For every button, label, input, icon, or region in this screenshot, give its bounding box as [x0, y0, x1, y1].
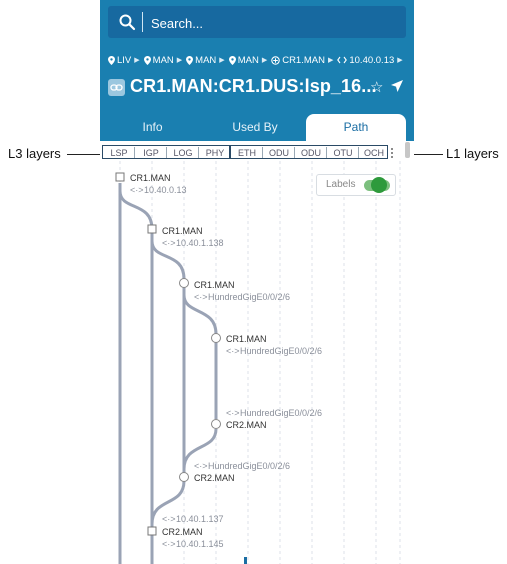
node-marker-square[interactable]: [115, 172, 125, 182]
star-icon[interactable]: ☆: [370, 78, 383, 96]
breadcrumb-label: MAN: [152, 54, 174, 66]
node-detail: HundredGigE0/0/2/6: [240, 346, 322, 356]
scroll-indicator: [244, 557, 247, 564]
node-detail: HundredGigE0/0/2/6: [208, 292, 290, 302]
node-detail-icon: <·>: [194, 292, 208, 302]
breadcrumb-label: 10.40.0.13: [349, 54, 395, 66]
search-divider: [142, 12, 143, 32]
location-pin-icon: [108, 55, 115, 65]
tab-path[interactable]: Path: [306, 114, 406, 141]
node-name: CR1.MAN: [130, 173, 171, 183]
breadcrumb-label: LIV: [117, 54, 132, 66]
breadcrumb: LIV ▶ MAN ▶ MAN ▶ MAN ▶ CR1.MAN ▶ 10.40.…: [108, 53, 407, 67]
breadcrumb-label: MAN: [237, 54, 259, 66]
chevron-right-icon: ▶: [219, 57, 225, 64]
node-detail-icon: <·>: [226, 408, 240, 418]
layer-divider: [198, 147, 199, 158]
scrollbar[interactable]: [405, 142, 410, 158]
layer-divider: [294, 147, 295, 158]
node-name: CR2.MAN: [226, 420, 267, 430]
location-pin-icon: [228, 55, 236, 65]
node-detail-icon: <·>: [130, 185, 144, 195]
page-title: CR1.MAN:CR1.DUS:lsp_16...: [130, 76, 377, 96]
layer-label-igp[interactable]: IGP: [136, 148, 166, 158]
node-name: CR1.MAN: [162, 226, 203, 236]
l1-layers-annotation: L1 layers: [446, 146, 499, 161]
node-name: CR2.MAN: [162, 527, 203, 537]
node-detail-icon: <·>: [162, 539, 176, 549]
column-guides: [119, 161, 401, 564]
chevron-right-icon: ▶: [327, 57, 334, 64]
navigate-icon[interactable]: [390, 79, 404, 93]
node-detail-icon: <·>: [162, 238, 176, 248]
link-icon: [337, 56, 348, 64]
layer-divider: [326, 147, 327, 158]
node-name: CR2.MAN: [194, 473, 235, 483]
node-marker-circle[interactable]: [211, 419, 221, 429]
node-name: CR1.MAN: [194, 280, 235, 290]
node-marker-circle[interactable]: [179, 278, 189, 288]
node-detail: 10.40.0.13: [144, 185, 187, 195]
layer-label-och[interactable]: OCH: [359, 148, 389, 158]
location-pin-icon: [186, 55, 194, 65]
layer-label-otu[interactable]: OTU: [328, 148, 358, 158]
tab-used-by[interactable]: Used By: [205, 114, 305, 141]
labels-toggle[interactable]: Labels: [316, 174, 396, 196]
layer-header: LSP IGP LOG PHY ETH ODU ODU OTU OCH: [100, 143, 414, 161]
node-marker-circle[interactable]: [179, 472, 189, 482]
node-detail: 10.40.1.137: [176, 514, 224, 524]
layer-divider: [166, 147, 167, 158]
breadcrumb-item-router[interactable]: CR1.MAN: [271, 55, 325, 66]
lsp-link-icon: [108, 79, 125, 96]
node-detail: 10.40.1.145: [176, 539, 224, 549]
app-panel: LIV ▶ MAN ▶ MAN ▶ MAN ▶ CR1.MAN ▶: [100, 0, 414, 564]
layer-label-lsp[interactable]: LSP: [104, 148, 134, 158]
search-icon[interactable]: [118, 13, 136, 31]
chevron-right-icon: ▶: [261, 57, 268, 64]
l3-layers-annotation: L3 layers: [8, 146, 61, 161]
breadcrumb-item-interface[interactable]: 10.40.0.13: [337, 55, 394, 66]
app-header: LIV ▶ MAN ▶ MAN ▶ MAN ▶ CR1.MAN ▶: [100, 0, 414, 141]
node-marker-circle[interactable]: [211, 333, 221, 343]
router-icon: [271, 55, 280, 65]
layer-label-odu[interactable]: ODU: [264, 148, 294, 158]
breadcrumb-item-man[interactable]: MAN: [143, 54, 174, 66]
chevron-right-icon: ▶: [134, 57, 140, 64]
more-options-icon[interactable]: [391, 148, 394, 160]
location-pin-icon: [143, 55, 151, 65]
labels-toggle-label: Labels: [326, 179, 356, 190]
layer-label-phy[interactable]: PHY: [200, 148, 230, 158]
node-detail: 10.40.1.138: [176, 238, 224, 248]
node-detail-icon: <·>: [162, 514, 176, 524]
node-detail-icon: <·>: [194, 461, 208, 471]
path-view: CR1.MAN <·> 10.40.0.13 CR1.MAN <·> 10.40…: [100, 161, 414, 564]
layer-divider: [134, 147, 135, 158]
breadcrumb-label: CR1.MAN: [282, 54, 325, 66]
tab-bar: Info Used By Path: [100, 114, 414, 141]
layer-label-eth[interactable]: ETH: [232, 148, 262, 158]
node-marker-square[interactable]: [147, 526, 157, 536]
layer-label-odu[interactable]: ODU: [296, 148, 326, 158]
node-detail-icon: <·>: [226, 346, 240, 356]
node-marker-square[interactable]: [147, 224, 157, 234]
node-detail: HundredGigE0/0/2/6: [208, 461, 290, 471]
chevron-right-icon: ▶: [176, 57, 183, 64]
search-input[interactable]: [149, 11, 393, 35]
title-row: CR1.MAN:CR1.DUS:lsp_16... ☆: [108, 76, 408, 100]
l3-annotation-line: [67, 154, 100, 155]
breadcrumb-item-liv[interactable]: LIV: [108, 55, 131, 66]
breadcrumb-item-man[interactable]: MAN: [186, 55, 216, 66]
tab-info[interactable]: Info: [100, 114, 205, 141]
layer-divider: [262, 147, 263, 158]
breadcrumb-item-man[interactable]: MAN: [228, 54, 259, 66]
node-detail: HundredGigE0/0/2/6: [240, 408, 322, 418]
layer-label-log[interactable]: LOG: [168, 148, 198, 158]
breadcrumb-label: MAN: [195, 54, 217, 66]
node-name: CR1.MAN: [226, 334, 267, 344]
path-diagram: CR1.MAN <·> 10.40.0.13 CR1.MAN <·> 10.40…: [115, 161, 401, 564]
search-bar[interactable]: [108, 6, 406, 38]
chevron-right-icon: ▶: [397, 57, 403, 64]
labels-switch-knob[interactable]: [371, 177, 387, 193]
